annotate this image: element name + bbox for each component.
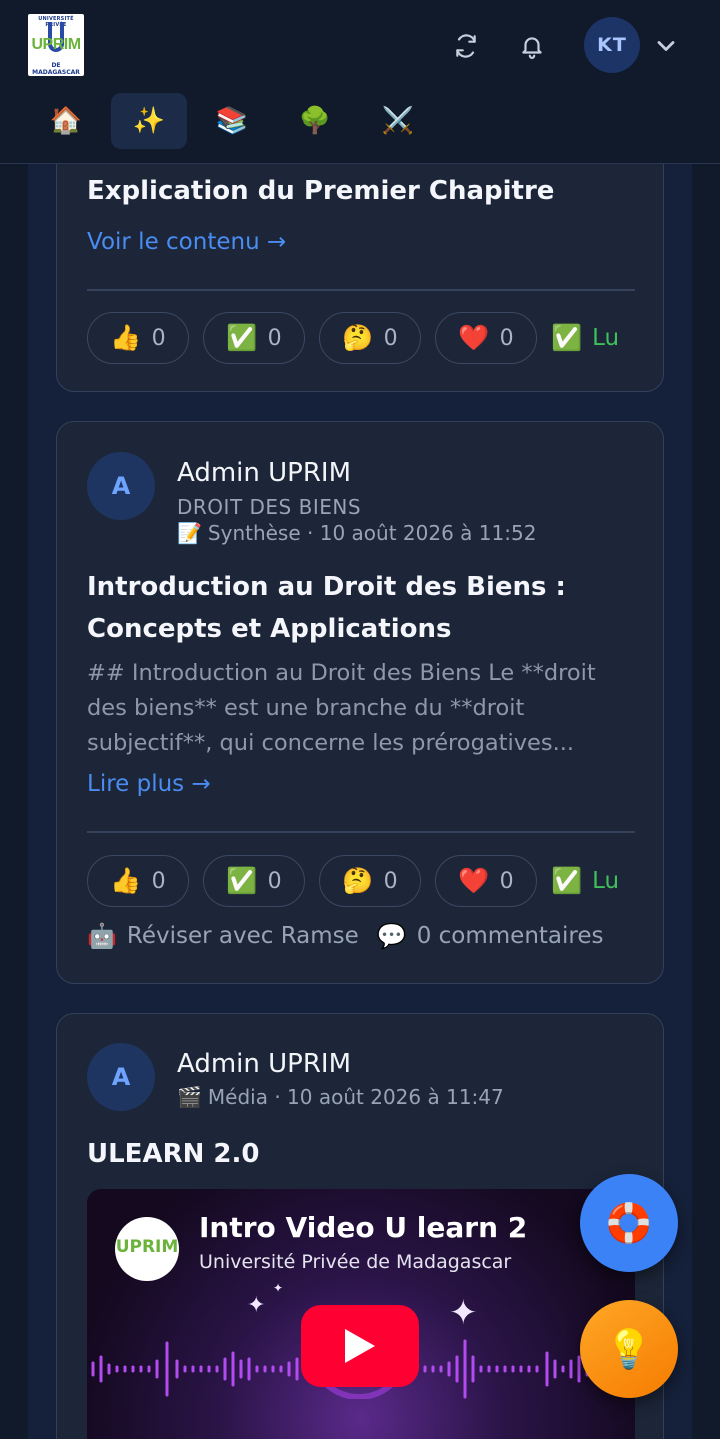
reaction-thinking[interactable]: 🤔 0 <box>319 312 421 364</box>
revise-label: Réviser avec Ramse <box>126 923 359 949</box>
reaction-count: 0 <box>267 868 282 894</box>
comments-button[interactable]: 💬 0 commentaires <box>377 922 604 950</box>
notifications-button[interactable] <box>512 26 552 66</box>
post-excerpt: ## Introduction au Droit des Biens Le **… <box>87 660 596 756</box>
help-button[interactable]: 🛟 <box>580 1174 678 1272</box>
post-title: Explication du Premier Chapitre <box>87 176 555 206</box>
reaction-check[interactable]: ✅ 0 <box>203 312 305 364</box>
tab-library[interactable]: 📚 <box>194 93 270 149</box>
tree-icon: 🌳 <box>298 106 332 136</box>
lifebuoy-icon: 🛟 <box>605 1200 653 1245</box>
read-label: Lu <box>592 325 620 351</box>
view-content-link[interactable]: Voir le contenu → <box>87 229 286 255</box>
post-card: A Admin UPRIM 🎬 Média · 10 août 2026 à 11… <box>56 1013 664 1439</box>
author-avatar[interactable]: A <box>87 452 155 520</box>
author-name[interactable]: Admin UPRIM <box>177 1049 351 1079</box>
speech-bubble-icon: 💬 <box>376 922 407 950</box>
video-player[interactable]: ✦ ✦ ✦ UPRIM Intro Video U learn 2 Univer… <box>87 1189 635 1439</box>
lightbulb-icon: 💡 <box>605 1326 653 1371</box>
read-status[interactable]: ✅ Lu <box>551 323 619 353</box>
logo-text: UPRIM <box>31 36 81 53</box>
video-title[interactable]: Intro Video U learn 2 <box>199 1211 527 1244</box>
read-more-link[interactable]: Lire plus → <box>87 771 211 797</box>
robot-icon: 🤖 <box>87 922 117 950</box>
youtube-play-button[interactable] <box>301 1305 419 1387</box>
reaction-check[interactable]: ✅ 0 <box>203 855 305 907</box>
tab-home[interactable]: 🏠 <box>28 93 104 149</box>
memo-icon: 📝 <box>177 521 202 545</box>
reaction-count: 0 <box>499 868 514 894</box>
reaction-count: 0 <box>499 325 514 351</box>
clapper-icon: 🎬 <box>177 1085 202 1109</box>
check-icon: ✅ <box>551 323 583 352</box>
reaction-count: 0 <box>151 868 166 894</box>
swords-icon: ⚔️ <box>381 106 415 136</box>
tab-tree[interactable]: 🌳 <box>277 93 353 149</box>
heart-icon: ❤️ <box>458 866 490 895</box>
post-title: ULEARN 2.0 <box>87 1139 260 1169</box>
read-label: Lu <box>592 868 620 894</box>
thumbs-up-icon: 👍 <box>110 323 142 352</box>
post-meta: 📝 Synthèse · 10 août 2026 à 11:52 <box>177 521 536 545</box>
chevron-down-icon <box>657 41 675 51</box>
check-icon: ✅ <box>226 866 258 895</box>
refresh-button[interactable] <box>446 26 486 66</box>
reaction-count: 0 <box>383 325 398 351</box>
author-avatar[interactable]: A <box>87 1043 155 1111</box>
play-icon <box>345 1329 375 1363</box>
uprim-logo[interactable]: UNIVERSITÉ PRIVÉE UPRIM DE MADAGASCAR <box>28 14 84 76</box>
reaction-count: 0 <box>383 868 398 894</box>
reaction-count: 0 <box>151 325 166 351</box>
home-icon: 🏠 <box>49 106 83 136</box>
check-icon: ✅ <box>226 323 258 352</box>
divider <box>87 289 635 291</box>
sparkle-decoration: ✦ <box>273 1281 284 1295</box>
sparkles-icon: ✨ <box>132 106 166 136</box>
sparkle-decoration: ✦ <box>449 1293 478 1333</box>
post-meta: 🎬 Média · 10 août 2026 à 11:47 <box>177 1085 504 1109</box>
user-avatar[interactable]: KT <box>584 17 640 73</box>
post-title: Introduction au Droit des Biens : <box>87 572 566 602</box>
divider <box>87 831 635 833</box>
tab-battle[interactable]: ⚔️ <box>360 93 436 149</box>
post-actions: 🤖 Réviser avec Ramse 💬 0 commentaires <box>87 922 622 950</box>
reaction-thumbs-up[interactable]: 👍 0 <box>87 855 189 907</box>
nav-tabs: 🏠 ✨ 📚 🌳 ⚔️ <box>28 93 443 149</box>
reactions-bar: 👍 0 ✅ 0 🤔 0 ❤️ 0 ✅ Lu <box>87 855 619 907</box>
reaction-heart[interactable]: ❤️ 0 <box>435 312 537 364</box>
thinking-icon: 🤔 <box>342 323 374 352</box>
read-status[interactable]: ✅ Lu <box>551 866 619 896</box>
revise-with-ramse-button[interactable]: 🤖 Réviser avec Ramse <box>87 922 359 950</box>
course-name: DROIT DES BIENS <box>177 495 362 519</box>
thumbs-up-icon: 👍 <box>110 866 142 895</box>
tab-feed[interactable]: ✨ <box>111 93 187 149</box>
reaction-thumbs-up[interactable]: 👍 0 <box>87 312 189 364</box>
post-card: A Admin UPRIM DROIT DES BIENS 📝 Synthèse … <box>56 421 664 984</box>
video-channel[interactable]: Université Privée de Madagascar <box>199 1251 511 1273</box>
comments-label: 0 commentaires <box>416 923 604 949</box>
top-bar: UNIVERSITÉ PRIVÉE UPRIM DE MADAGASCAR KT… <box>0 0 720 164</box>
thinking-icon: 🤔 <box>342 866 374 895</box>
author-name[interactable]: Admin UPRIM <box>177 458 351 488</box>
refresh-icon <box>456 34 476 58</box>
bell-icon <box>522 37 542 59</box>
post-title-line2: Concepts et Applications <box>87 614 452 644</box>
reactions-bar: 👍 0 ✅ 0 🤔 0 ❤️ 0 ✅ Lu <box>87 312 619 364</box>
sparkle-decoration: ✦ <box>247 1293 266 1318</box>
heart-icon: ❤️ <box>458 323 490 352</box>
books-icon: 📚 <box>215 106 249 136</box>
post-meta-text: Média · 10 août 2026 à 11:47 <box>207 1085 504 1109</box>
user-menu-toggle[interactable] <box>652 32 680 60</box>
ideas-button[interactable]: 💡 <box>580 1300 678 1398</box>
reaction-count: 0 <box>267 325 282 351</box>
channel-logo-text: UPRIM <box>115 1237 179 1257</box>
post-meta-text: Synthèse · 10 août 2026 à 11:52 <box>207 521 537 545</box>
reaction-heart[interactable]: ❤️ 0 <box>435 855 537 907</box>
check-icon: ✅ <box>551 866 583 895</box>
logo-sub-text: DE MADAGASCAR <box>32 62 80 76</box>
reaction-thinking[interactable]: 🤔 0 <box>319 855 421 907</box>
channel-logo[interactable]: UPRIM <box>115 1217 179 1281</box>
